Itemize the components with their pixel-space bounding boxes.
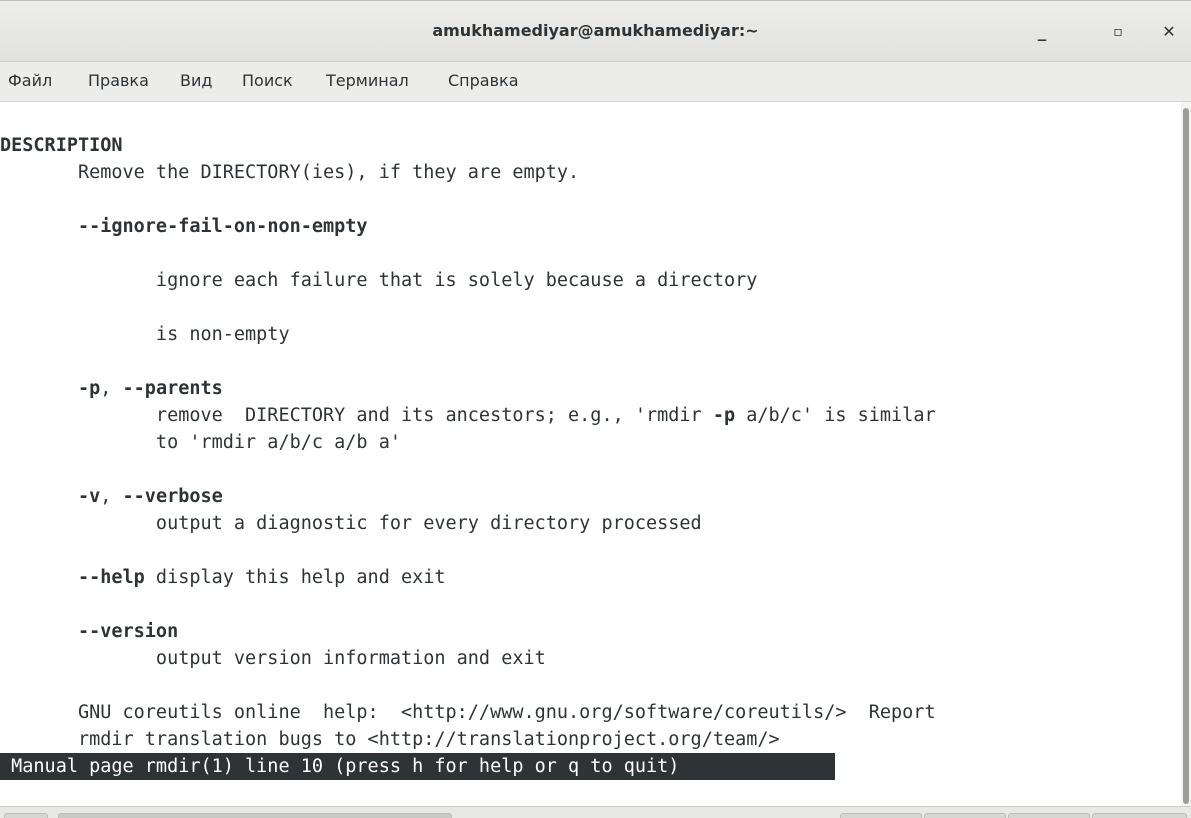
option-line: --help display this help and exit — [0, 564, 446, 591]
option-line: -v, --verbose — [0, 483, 223, 510]
option-separator: , — [100, 378, 123, 399]
section-heading: DESCRIPTION — [0, 135, 123, 156]
option-name: --version — [77, 621, 179, 642]
option-separator: , — [100, 486, 123, 507]
terminal-line: remove DIRECTORY and its ancestors; e.g.… — [0, 402, 936, 429]
terminal-line: ignore each failure that is solely becau… — [0, 270, 758, 291]
option-name: --help — [77, 567, 145, 588]
menu-search[interactable]: Поиск — [242, 71, 293, 90]
minimize-button[interactable]: _ — [1030, 19, 1054, 45]
option-name: --ignore-fail-on-non-empty — [77, 216, 368, 237]
menu-edit[interactable]: Правка — [88, 71, 149, 90]
option-line: --version — [0, 618, 178, 645]
terminal-output[interactable]: DESCRIPTION Remove the DIRECTORY(ies), i… — [0, 102, 1181, 806]
menu-help[interactable]: Справка — [448, 71, 519, 90]
taskbar — [0, 806, 1191, 818]
option-name: --parents — [122, 378, 223, 399]
window-title: amukhamediyar@amukhamediyar:~ — [432, 21, 759, 40]
menu-terminal[interactable]: Терминал — [326, 71, 409, 90]
pager-status-line: Manual page rmdir(1) line 10 (press h fo… — [0, 753, 835, 780]
taskbar-button[interactable] — [1092, 813, 1187, 818]
text-segment: remove DIRECTORY and its ancestors; e.g.… — [0, 405, 713, 426]
text-segment: a/b/c' is similar — [735, 405, 936, 426]
menu-file[interactable]: Файл — [8, 71, 52, 90]
menu-view[interactable]: Вид — [180, 71, 212, 90]
terminal-line: to 'rmdir a/b/c a/b a' — [0, 432, 401, 453]
terminal-line: GNU coreutils online help: <http://www.g… — [0, 702, 936, 723]
taskbar-button[interactable] — [4, 813, 48, 818]
terminal-line: is non-empty — [0, 324, 290, 345]
option-name: -p — [712, 405, 736, 426]
option-name: -v — [77, 486, 101, 507]
close-button[interactable]: ✕ — [1157, 19, 1181, 45]
terminal-line: output version information and exit — [0, 648, 546, 669]
taskbar-button[interactable] — [924, 813, 1006, 818]
terminal-line: rmdir translation bugs to <http://transl… — [0, 729, 780, 750]
option-line: -p, --parents — [0, 375, 223, 402]
maximize-button[interactable]: ▫ — [1106, 19, 1130, 45]
scrollbar-thumb[interactable] — [1183, 108, 1189, 804]
scrollbar[interactable] — [1181, 102, 1191, 806]
title-bar[interactable]: amukhamediyar@amukhamediyar:~ _ ▫ ✕ — [0, 0, 1191, 62]
option-name: --verbose — [122, 486, 223, 507]
terminal-line: output a diagnostic for every directory … — [0, 513, 702, 534]
taskbar-window-button[interactable] — [58, 813, 452, 818]
terminal-line: Remove the DIRECTORY(ies), if they are e… — [0, 162, 580, 183]
taskbar-button[interactable] — [1008, 813, 1090, 818]
menu-bar: Файл Правка Вид Поиск Терминал Справка — [0, 62, 1191, 102]
text-segment: display this help and exit — [144, 567, 446, 588]
option-line: --ignore-fail-on-non-empty — [0, 213, 368, 240]
option-name: -p — [77, 378, 101, 399]
terminal-window: amukhamediyar@amukhamediyar:~ _ ▫ ✕ Файл… — [0, 0, 1191, 818]
taskbar-button[interactable] — [840, 813, 922, 818]
